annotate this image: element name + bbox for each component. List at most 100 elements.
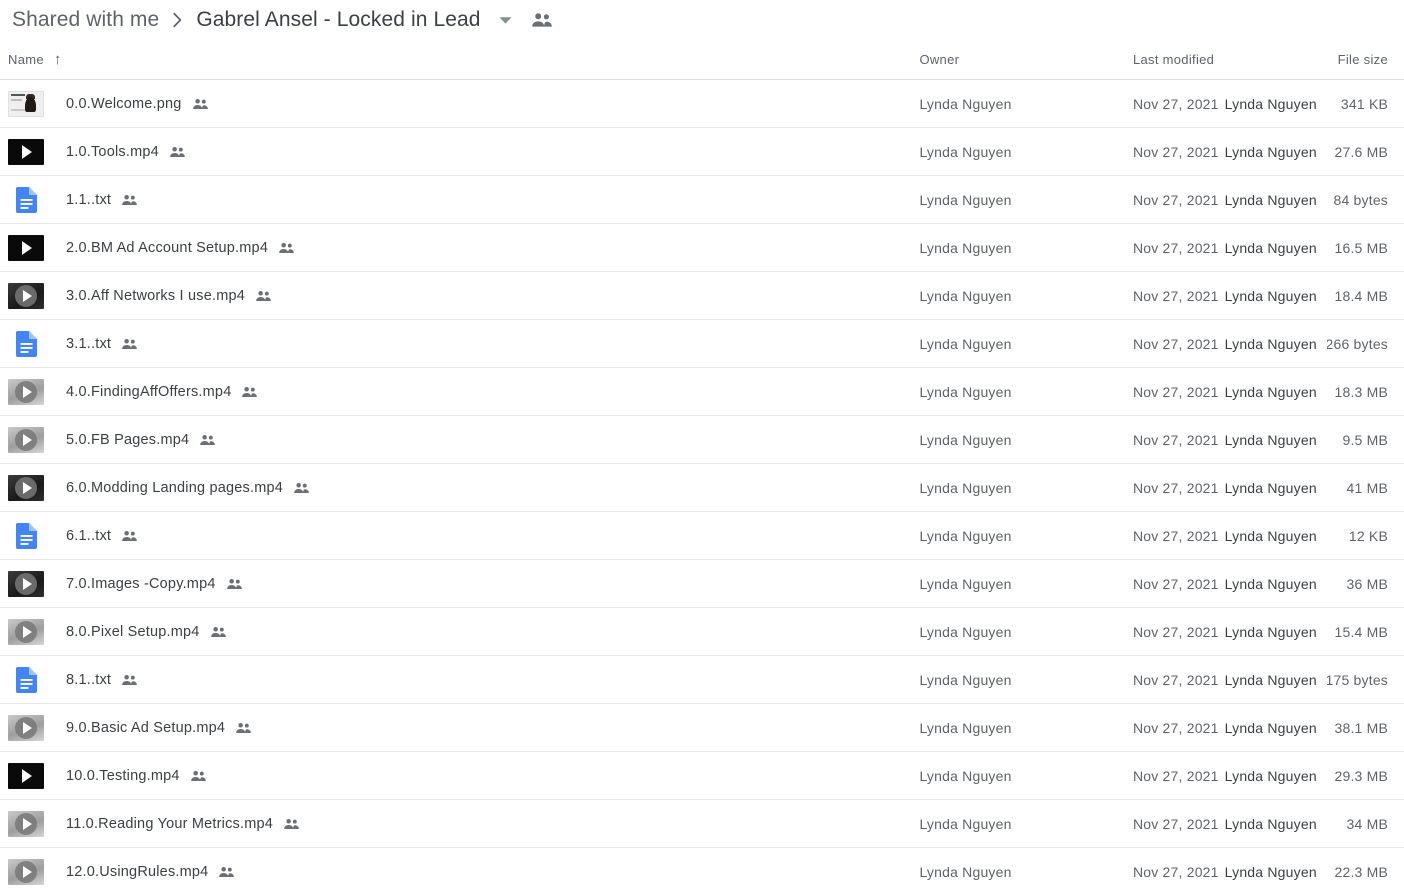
file-name-label: 6.0.Modding Landing pages.mp4 <box>66 479 284 496</box>
file-name-cell[interactable]: 3.0.Aff Networks I use.mp4 <box>0 282 919 309</box>
last-modified-cell: Nov 27, 2021 Lynda Nguyen <box>1133 768 1327 784</box>
owner-cell: Lynda Nguyen <box>919 192 1133 208</box>
file-name-cell[interactable]: 2.0.BM Ad Account Setup.mp4 <box>0 234 919 261</box>
file-size-cell: 29.3 MB <box>1327 768 1388 784</box>
file-size-cell: 12 KB <box>1327 528 1388 544</box>
file-name-cell[interactable]: 1.1..txt <box>0 186 919 213</box>
owner-cell: Lynda Nguyen <box>919 384 1133 400</box>
play-icon <box>22 577 32 590</box>
file-size-label: 29.3 MB <box>1334 767 1389 784</box>
breadcrumb-item-shared-with-me[interactable]: Shared with me <box>8 6 163 34</box>
table-row[interactable]: 3.1..txt Lynda Nguyen Nov 27, 2021 Lynda Ng… <box>0 320 1404 368</box>
file-name-cell[interactable]: 1.0.Tools.mp4 <box>0 138 919 165</box>
file-size-label: 27.6 MB <box>1334 143 1389 160</box>
file-name-label: 9.0.Basic Ad Setup.mp4 <box>66 719 226 736</box>
file-name-cell[interactable]: 4.0.FindingAffOffers.mp4 <box>0 378 919 405</box>
file-name-cell[interactable]: 5.0.FB Pages.mp4 <box>0 426 919 453</box>
play-icon <box>22 144 32 159</box>
last-modified-date: Nov 27, 2021 <box>1132 143 1219 160</box>
table-row[interactable]: 0.0.Welcome.png Lynda Nguyen Nov 27, 2021 L… <box>0 80 1404 128</box>
column-header-file-size[interactable]: File size <box>1327 52 1388 67</box>
file-name-cell[interactable]: 11.0.Reading Your Metrics.mp4 <box>0 810 919 837</box>
sort-ascending-icon[interactable]: ↑ <box>54 52 62 67</box>
file-size-cell: 341 KB <box>1327 96 1388 112</box>
table-row[interactable]: 3.0.Aff Networks I use.mp4 Lynda Nguyen No… <box>0 272 1404 320</box>
text-document-icon <box>8 522 44 549</box>
last-modified-cell: Nov 27, 2021 Lynda Nguyen <box>1133 528 1327 544</box>
last-modified-by: Lynda Nguyen <box>1224 431 1317 448</box>
file-name-cell[interactable]: 3.1..txt <box>0 330 919 357</box>
file-name-cell[interactable]: 0.0.Welcome.png <box>0 90 919 117</box>
file-size-label: 18.3 MB <box>1334 383 1389 400</box>
table-row[interactable]: 6.1..txt Lynda Nguyen Nov 27, 2021 Lynda Ng… <box>0 512 1404 560</box>
file-name-label: 7.0.Images -Copy.mp4 <box>66 575 216 592</box>
people-icon <box>255 290 272 302</box>
table-row[interactable]: 1.0.Tools.mp4 Lynda Nguyen Nov 27, 2021 Lyn… <box>0 128 1404 176</box>
table-row[interactable]: 12.0.UsingRules.mp4 Lynda Nguyen Nov 27, 2… <box>0 848 1404 895</box>
file-name-cell[interactable]: 7.0.Images -Copy.mp4 <box>0 570 919 597</box>
file-name-cell[interactable]: 9.0.Basic Ad Setup.mp4 <box>0 714 919 741</box>
people-icon <box>199 434 216 446</box>
people-icon <box>241 386 258 398</box>
file-size-cell: 41 MB <box>1327 480 1388 496</box>
last-modified-cell: Nov 27, 2021 Lynda Nguyen <box>1133 96 1327 112</box>
owner-cell: Lynda Nguyen <box>919 624 1133 640</box>
file-name-cell[interactable]: 8.1..txt <box>0 666 919 693</box>
last-modified-by: Lynda Nguyen <box>1224 335 1317 352</box>
last-modified-by: Lynda Nguyen <box>1224 95 1317 112</box>
owner-label: Lynda Nguyen <box>919 671 1012 688</box>
play-icon <box>22 481 32 494</box>
owner-label: Lynda Nguyen <box>919 239 1012 256</box>
file-name-label: 3.1..txt <box>66 335 112 352</box>
owner-cell: Lynda Nguyen <box>919 768 1133 784</box>
last-modified-by: Lynda Nguyen <box>1224 143 1317 160</box>
image-thumbnail <box>8 90 44 117</box>
file-size-label: 84 bytes <box>1333 191 1389 208</box>
file-name-label: 1.0.Tools.mp4 <box>66 143 159 160</box>
chevron-down-icon[interactable] <box>495 9 517 31</box>
play-icon <box>22 721 32 734</box>
file-name-cell[interactable]: 8.0.Pixel Setup.mp4 <box>0 618 919 645</box>
owner-label: Lynda Nguyen <box>919 95 1012 112</box>
file-name-cell[interactable]: 12.0.UsingRules.mp4 <box>0 858 919 885</box>
table-row[interactable]: 2.0.BM Ad Account Setup.mp4 Lynda Nguyen N… <box>0 224 1404 272</box>
file-size-cell: 16.5 MB <box>1327 240 1388 256</box>
last-modified-date: Nov 27, 2021 <box>1132 191 1219 208</box>
people-icon <box>293 482 310 494</box>
table-row[interactable]: 7.0.Images -Copy.mp4 Lynda Nguyen Nov 27, … <box>0 560 1404 608</box>
file-size-label: 15.4 MB <box>1334 623 1389 640</box>
owner-cell: Lynda Nguyen <box>919 528 1133 544</box>
last-modified-date: Nov 27, 2021 <box>1132 527 1219 544</box>
file-name-label: 11.0.Reading Your Metrics.mp4 <box>66 815 274 832</box>
file-name-label: 0.0.Welcome.png <box>66 95 182 112</box>
table-row[interactable]: 8.1..txt Lynda Nguyen Nov 27, 2021 Lynda Ng… <box>0 656 1404 704</box>
column-header-last-modified[interactable]: Last modified <box>1133 52 1327 67</box>
owner-label: Lynda Nguyen <box>919 335 1012 352</box>
table-row[interactable]: 10.0.Testing.mp4 Lynda Nguyen Nov 27, 2021… <box>0 752 1404 800</box>
last-modified-date: Nov 27, 2021 <box>1132 287 1219 304</box>
column-header-owner[interactable]: Owner <box>919 52 1133 67</box>
play-icon <box>22 625 32 638</box>
file-name-cell[interactable]: 6.0.Modding Landing pages.mp4 <box>0 474 919 501</box>
table-row[interactable]: 6.0.Modding Landing pages.mp4 Lynda Nguye… <box>0 464 1404 512</box>
column-header-name[interactable]: Name ↑ <box>0 52 919 67</box>
table-row[interactable]: 9.0.Basic Ad Setup.mp4 Lynda Nguyen Nov 27… <box>0 704 1404 752</box>
file-name-label: 12.0.UsingRules.mp4 <box>66 863 209 880</box>
video-thumbnail <box>8 234 44 261</box>
play-icon <box>22 289 32 302</box>
table-row[interactable]: 11.0.Reading Your Metrics.mp4 Lynda Nguye… <box>0 800 1404 848</box>
breadcrumb-item-current-folder[interactable]: Gabrel Ansel - Locked in Lead <box>192 6 484 34</box>
file-name-cell[interactable]: 6.1..txt <box>0 522 919 549</box>
table-row[interactable]: 5.0.FB Pages.mp4 Lynda Nguyen Nov 27, 2021… <box>0 416 1404 464</box>
last-modified-date: Nov 27, 2021 <box>1132 815 1219 832</box>
file-size-cell: 34 MB <box>1327 816 1388 832</box>
owner-label: Lynda Nguyen <box>919 383 1012 400</box>
table-row[interactable]: 4.0.FindingAffOffers.mp4 Lynda Nguyen Nov … <box>0 368 1404 416</box>
video-thumbnail <box>8 474 44 501</box>
table-row[interactable]: 1.1..txt Lynda Nguyen Nov 27, 2021 Lynda Ng… <box>0 176 1404 224</box>
table-row[interactable]: 8.0.Pixel Setup.mp4 Lynda Nguyen Nov 27, 2… <box>0 608 1404 656</box>
video-thumbnail <box>8 570 44 597</box>
column-header-name-label: Name <box>8 52 44 67</box>
file-name-cell[interactable]: 10.0.Testing.mp4 <box>0 762 919 789</box>
file-size-label: 22.3 MB <box>1334 863 1389 880</box>
